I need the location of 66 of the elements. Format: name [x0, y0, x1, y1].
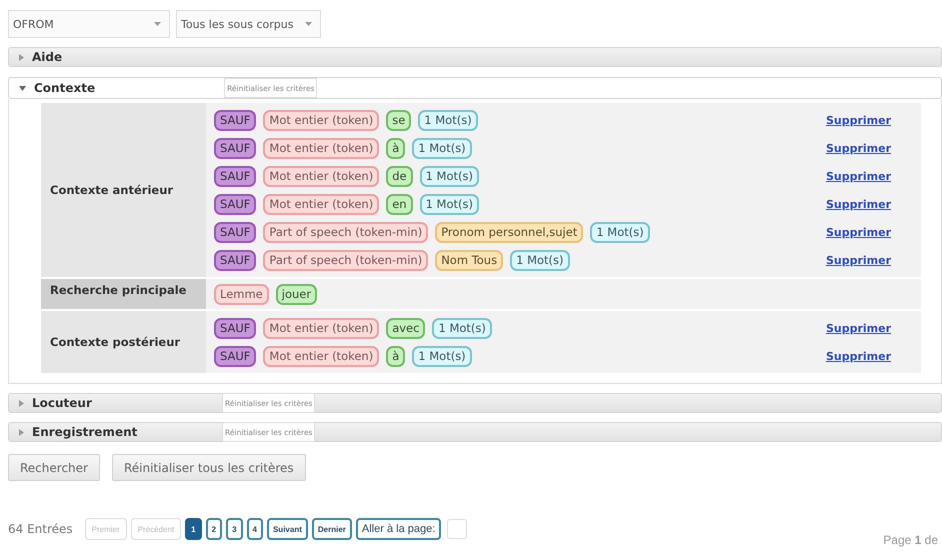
- delete-link[interactable]: Supprimer: [826, 142, 891, 154]
- pagination-button[interactable]: Aller à la page:: [356, 518, 442, 540]
- criterion-tag: SAUF: [214, 194, 256, 214]
- collapsed-arrow-icon: [19, 54, 24, 60]
- criterion-tag: avec: [386, 318, 426, 338]
- pagination-button[interactable]: 4: [246, 518, 263, 540]
- criterion-tag: Nom Tous: [435, 250, 504, 270]
- delete-link[interactable]: Supprimer: [826, 350, 891, 362]
- criterion-tag: Mot entier (token): [263, 166, 380, 186]
- pagination-button[interactable]: 3: [226, 518, 243, 540]
- delete-link[interactable]: Supprimer: [826, 198, 891, 210]
- criterion-tag: Mot entier (token): [263, 138, 380, 158]
- dropdown[interactable]: OFROM: [8, 10, 170, 38]
- delete-link[interactable]: Supprimer: [826, 254, 891, 266]
- criterion-tag: SAUF: [214, 346, 256, 366]
- action-button[interactable]: Rechercher: [8, 454, 100, 481]
- pagination-button[interactable]: Suivant: [266, 518, 308, 540]
- pagination-button[interactable]: 2: [206, 518, 222, 540]
- criterion-tag: 1 Mot(s): [420, 166, 479, 186]
- delete-link[interactable]: Supprimer: [826, 170, 891, 182]
- expanded-arrow-icon: [19, 86, 26, 90]
- group-label: Recherche principale: [41, 279, 206, 309]
- criterion-tag: SAUF: [214, 222, 256, 242]
- caret-icon: [305, 22, 312, 26]
- criterion-tag: SAUF: [214, 138, 256, 158]
- criterion-tag: en: [386, 194, 413, 214]
- criterion-tag: SAUF: [214, 166, 256, 186]
- criterion-tag: à: [386, 138, 406, 158]
- pagination-button[interactable]: Dernier: [312, 518, 352, 540]
- page-status: Page 1 de: [883, 533, 938, 547]
- criterion-tag: SAUF: [214, 318, 256, 338]
- criterion-tag: 1 Mot(s): [418, 110, 478, 130]
- page-number-field[interactable]: [447, 519, 468, 539]
- criterion-tag: Lemme: [214, 284, 269, 304]
- delete-link[interactable]: Supprimer: [826, 114, 891, 126]
- criterion-tag: SAUF: [214, 250, 256, 270]
- criterion-tag: 1 Mot(s): [412, 346, 472, 366]
- collapsed-arrow-icon: [19, 400, 24, 406]
- criterion-tag: 1 Mot(s): [510, 250, 570, 270]
- criterion-tag: 1 Mot(s): [420, 194, 479, 214]
- criterion-tag: de: [386, 166, 413, 186]
- entry-count: 64 Entrées: [8, 522, 73, 536]
- pagination-button[interactable]: 1: [185, 518, 202, 540]
- criterion-tag: 1 Mot(s): [432, 318, 492, 338]
- group-label: Contexte postérieur: [41, 311, 206, 373]
- criterion-tag: Pronom personnel,sujet: [435, 222, 584, 242]
- action-button[interactable]: Réinitialiser tous les critères: [112, 454, 306, 481]
- accordion-header[interactable]: Aide: [8, 47, 942, 67]
- criterion-tag: Part of speech (token-min): [263, 250, 428, 270]
- delete-link[interactable]: Supprimer: [826, 322, 891, 334]
- criterion-tag: 1 Mot(s): [590, 222, 650, 242]
- caret-icon: [154, 22, 161, 26]
- criterion-tag: 1 Mot(s): [412, 138, 472, 158]
- criterion-tag: Mot entier (token): [263, 194, 380, 214]
- criterion-tag: SAUF: [214, 110, 256, 130]
- group-label: Contexte antérieur: [41, 103, 206, 277]
- delete-link[interactable]: Supprimer: [826, 226, 891, 238]
- criterion-tag: se: [386, 110, 412, 130]
- dropdown[interactable]: Tous les sous corpus: [176, 10, 321, 38]
- criterion-tag: à: [386, 346, 406, 366]
- criterion-tag: Mot entier (token): [263, 110, 380, 130]
- criterion-tag: Mot entier (token): [263, 318, 380, 338]
- criterion-tag: Part of speech (token-min): [263, 222, 428, 242]
- criterion-tag: jouer: [276, 284, 318, 304]
- criterion-tag: Mot entier (token): [263, 346, 380, 366]
- collapsed-arrow-icon: [19, 428, 24, 436]
